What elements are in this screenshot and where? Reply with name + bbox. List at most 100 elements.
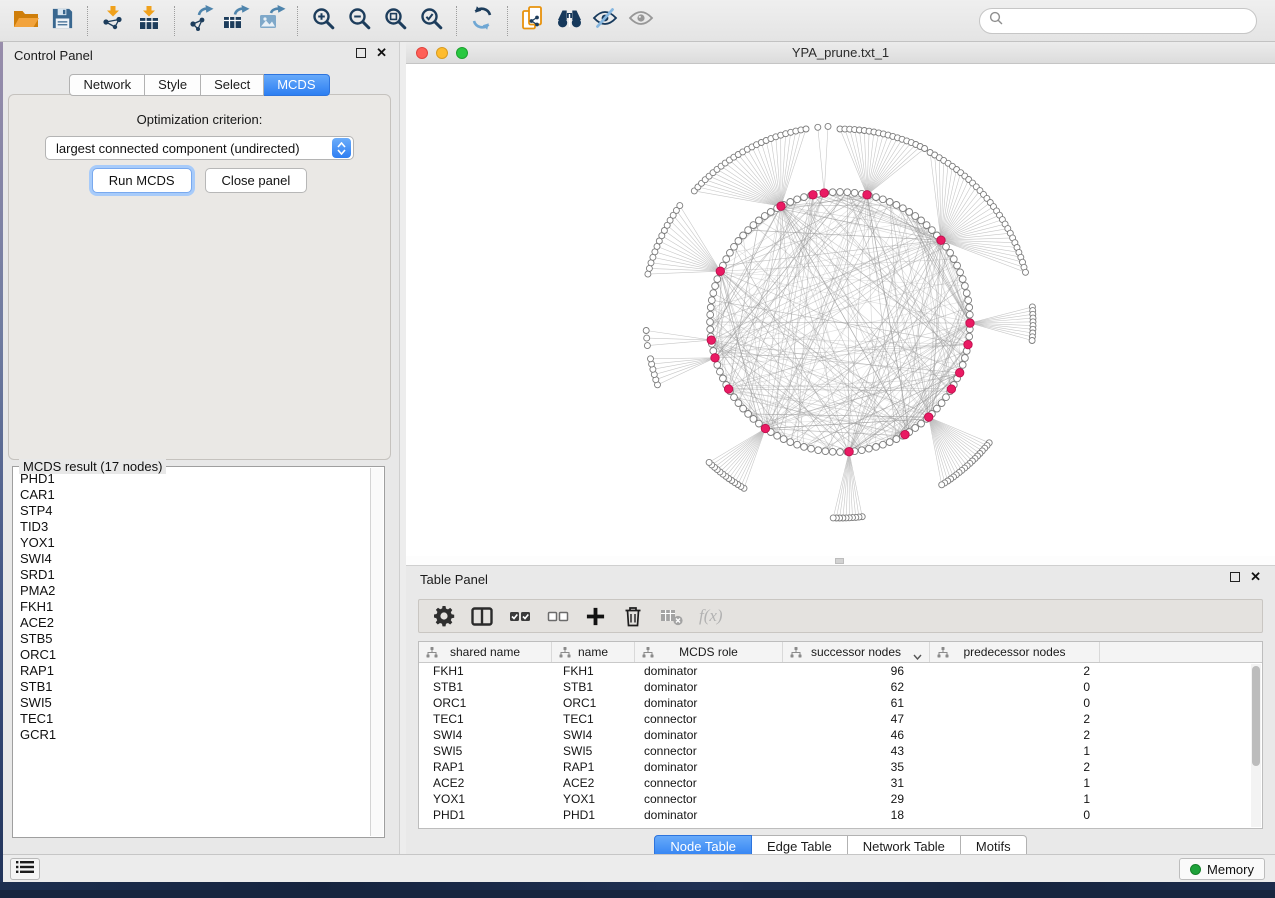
close-panel-button[interactable]: Close panel [205, 168, 308, 193]
table-row[interactable]: ORC1ORC1dominator610 [419, 695, 1262, 711]
control-panel-title: Control Panel [14, 48, 93, 63]
save-session-button[interactable] [44, 3, 80, 39]
close-table-panel-icon[interactable]: ✕ [1250, 572, 1261, 582]
column-header-successor-nodes[interactable]: successor nodes [783, 642, 930, 662]
mcds-result-item[interactable]: TID3 [15, 519, 369, 535]
toolbar-separator [456, 6, 457, 36]
mcds-result-item[interactable]: PHD1 [15, 471, 369, 487]
delete-button[interactable] [622, 605, 644, 627]
application-window: Control Panel ✕ NetworkStyleSelectMCDS O… [0, 0, 1275, 890]
mcds-result-item[interactable]: GCR1 [15, 727, 369, 743]
function-builder-button[interactable]: f(x) [699, 606, 723, 626]
table-row[interactable]: YOX1YOX1connector291 [419, 791, 1262, 807]
tab-select[interactable]: Select [201, 74, 264, 96]
zoom-in-button[interactable] [305, 3, 341, 39]
mcds-result-item[interactable]: SWI5 [15, 695, 369, 711]
mcds-result-item[interactable]: SWI4 [15, 551, 369, 567]
new-network-from-selection-button[interactable] [515, 3, 551, 39]
table-row[interactable]: SWI5SWI5connector431 [419, 743, 1262, 759]
show-all-button[interactable] [623, 3, 659, 39]
close-panel-icon[interactable]: ✕ [376, 48, 387, 58]
cell-shared-name: SWI4 [419, 728, 552, 742]
network-hub-node [777, 202, 785, 210]
mcds-list-scrollbar[interactable] [370, 468, 383, 836]
network-hub-node [863, 191, 871, 199]
table-row[interactable]: STB1STB1dominator620 [419, 679, 1262, 695]
node-table[interactable]: shared namenameMCDS rolesuccessor nodesp… [418, 641, 1263, 829]
column-header-shared-name[interactable]: shared name [419, 642, 552, 662]
network-window-titlebar[interactable]: YPA_prune.txt_1 [406, 42, 1275, 64]
task-history-button[interactable] [10, 858, 40, 880]
table-row[interactable]: SWI4SWI4dominator462 [419, 727, 1262, 743]
run-mcds-button[interactable]: Run MCDS [92, 168, 192, 193]
add-button[interactable] [585, 606, 606, 627]
network-hub-node [711, 354, 719, 362]
mcds-result-item[interactable]: STB5 [15, 631, 369, 647]
mcds-result-item[interactable]: ACE2 [15, 615, 369, 631]
mcds-result-item[interactable]: SRD1 [15, 567, 369, 583]
zoom-fit-button[interactable] [377, 3, 413, 39]
column-header-predecessor-nodes[interactable]: predecessor nodes [930, 642, 1100, 662]
tab-network[interactable]: Network [69, 74, 145, 96]
table-row[interactable]: PHD1PHD1dominator180 [419, 807, 1262, 823]
tab-style[interactable]: Style [145, 74, 201, 96]
select-all-button[interactable] [509, 606, 531, 627]
zoom-selected-button[interactable] [413, 3, 449, 39]
float-table-panel-icon[interactable] [1230, 572, 1240, 582]
network-canvas[interactable] [406, 64, 1275, 556]
mcds-result-item[interactable]: STP4 [15, 503, 369, 519]
column-header-mcds-role[interactable]: MCDS role [635, 642, 783, 662]
table-row[interactable]: RAP1RAP1dominator352 [419, 759, 1262, 775]
float-panel-icon[interactable] [356, 48, 366, 58]
mcds-result-item[interactable]: YOX1 [15, 535, 369, 551]
cell-successor-nodes: 18 [783, 808, 930, 822]
mcds-result-item[interactable]: CAR1 [15, 487, 369, 503]
cell-successor-nodes: 62 [783, 680, 930, 694]
mcds-result-item[interactable]: TEC1 [15, 711, 369, 727]
apply-layout-button[interactable] [464, 3, 500, 39]
table-row[interactable]: TEC1TEC1connector472 [419, 711, 1262, 727]
hide-selected-button[interactable] [587, 3, 623, 39]
cell-shared-name: RAP1 [419, 760, 552, 774]
network-hub-node [820, 189, 828, 197]
show-columns-button[interactable] [471, 606, 493, 627]
zoom-out-icon [347, 6, 372, 36]
cell-predecessor-nodes: 0 [930, 696, 1100, 710]
tab-mcds[interactable]: MCDS [264, 74, 329, 96]
cell-shared-name: FKH1 [419, 664, 552, 678]
unselect-all-button[interactable] [547, 606, 569, 627]
cell-predecessor-nodes: 2 [930, 712, 1100, 726]
network-hub-node [964, 340, 972, 348]
table-row[interactable]: ACE2ACE2connector311 [419, 775, 1262, 791]
cell-mcds-role: connector [635, 776, 783, 790]
horizontal-splitter[interactable] [406, 556, 1275, 565]
cell-name: TEC1 [552, 712, 635, 726]
column-header-name[interactable]: name [552, 642, 635, 662]
optimization-criterion-select[interactable]: largest connected component (undirected) [45, 136, 354, 160]
search-network-button[interactable] [551, 3, 587, 39]
mcds-result-item[interactable]: FKH1 [15, 599, 369, 615]
table-row[interactable]: FKH1FKH1dominator962 [419, 663, 1262, 679]
mcds-result-item[interactable]: ORC1 [15, 647, 369, 663]
export-network-button[interactable] [182, 3, 218, 39]
export-table-button[interactable] [218, 3, 254, 39]
export-image-button[interactable] [254, 3, 290, 39]
cell-predecessor-nodes: 2 [930, 760, 1100, 774]
table-scrollbar-thumb[interactable] [1252, 666, 1260, 766]
import-network-button[interactable] [95, 3, 131, 39]
table-options-button[interactable] [433, 605, 455, 627]
delete-table-button[interactable] [660, 606, 683, 627]
network-search-field[interactable] [979, 8, 1257, 34]
mcds-result-item[interactable]: PMA2 [15, 583, 369, 599]
mcds-result-item[interactable]: STB1 [15, 679, 369, 695]
import-table-button[interactable] [131, 3, 167, 39]
mcds-result-list[interactable]: PHD1CAR1STP4TID3YOX1SWI4SRD1PMA2FKH1ACE2… [15, 471, 369, 835]
mcds-result-item[interactable]: RAP1 [15, 663, 369, 679]
table-scrollbar[interactable] [1251, 664, 1261, 827]
zoom-fit-icon [383, 6, 408, 36]
memory-button[interactable]: Memory [1179, 858, 1265, 880]
zoom-out-button[interactable] [341, 3, 377, 39]
search-input[interactable] [1009, 13, 1247, 28]
open-session-button[interactable] [8, 3, 44, 39]
splitter-handle[interactable] [835, 558, 844, 564]
